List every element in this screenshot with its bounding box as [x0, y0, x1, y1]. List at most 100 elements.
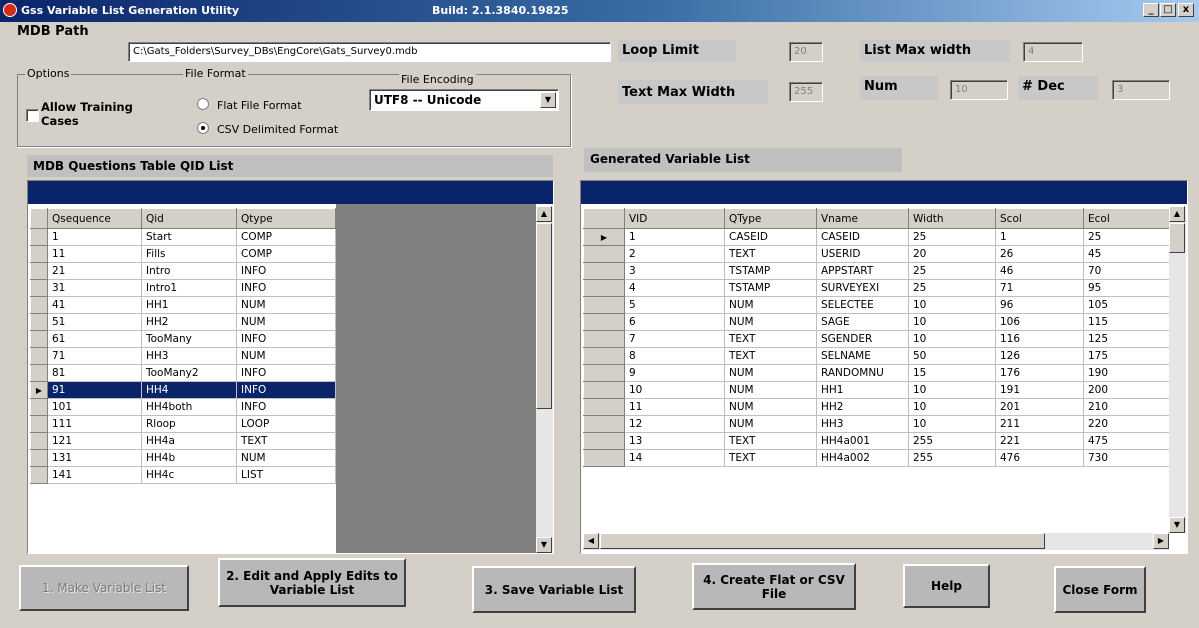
table-cell[interactable]: 5 — [624, 296, 725, 314]
table-cell[interactable]: 7 — [624, 330, 725, 348]
table-cell[interactable]: 221 — [995, 432, 1084, 450]
table-row[interactable]: 61 TooMany INFO — [30, 330, 336, 348]
table-row[interactable]: ▶ 91 HH4 INFO — [30, 381, 336, 399]
table-cell[interactable]: 476 — [995, 449, 1084, 467]
table-cell[interactable]: HH2 — [141, 313, 237, 331]
row-selector[interactable] — [583, 279, 625, 297]
table-cell[interactable]: NUM — [724, 313, 817, 331]
scroll-left-icon[interactable]: ◀ — [583, 533, 599, 549]
table-cell[interactable]: 10 — [908, 313, 996, 331]
row-selector[interactable] — [30, 398, 48, 416]
chevron-down-icon[interactable]: ▼ — [540, 92, 556, 108]
variable-col-header[interactable]: Scol — [995, 208, 1084, 229]
table-row[interactable]: ▶ 1 CASEID CASEID 25 1 25 — [583, 228, 1170, 246]
table-row[interactable]: 10 NUM HH1 10 191 200 — [583, 381, 1170, 399]
table-cell[interactable]: INFO — [236, 279, 336, 297]
csv-format-radio[interactable] — [197, 122, 209, 134]
row-selector[interactable] — [583, 449, 625, 467]
table-cell[interactable]: 25 — [1083, 228, 1170, 246]
table-row[interactable]: 9 NUM RANDOMNU 15 176 190 — [583, 364, 1170, 382]
table-cell[interactable]: 200 — [1083, 381, 1170, 399]
table-cell[interactable]: Intro1 — [141, 279, 237, 297]
row-selector[interactable] — [30, 279, 48, 297]
table-cell[interactable]: 10 — [908, 330, 996, 348]
table-cell[interactable]: HH1 — [816, 381, 909, 399]
table-cell[interactable]: Intro — [141, 262, 237, 280]
table-cell[interactable]: 141 — [47, 466, 142, 484]
table-cell[interactable]: SELNAME — [816, 347, 909, 365]
table-cell[interactable]: 41 — [47, 296, 142, 314]
scroll-thumb[interactable] — [536, 223, 552, 409]
table-cell[interactable]: 475 — [1083, 432, 1170, 450]
table-row[interactable]: 131 HH4b NUM — [30, 449, 336, 467]
scroll-thumb[interactable] — [600, 533, 1045, 549]
table-cell[interactable]: 50 — [908, 347, 996, 365]
table-cell[interactable]: 115 — [1083, 313, 1170, 331]
table-cell[interactable]: RANDOMNU — [816, 364, 909, 382]
table-row[interactable]: 13 TEXT HH4a001 255 221 475 — [583, 432, 1170, 450]
row-selector[interactable] — [30, 296, 48, 314]
row-selector[interactable] — [583, 415, 625, 433]
row-selector[interactable] — [583, 398, 625, 416]
variable-grid[interactable]: VID QType Vname Width Scol Ecol ▶ 1 CASEID… — [580, 180, 1188, 554]
table-row[interactable]: 12 NUM HH3 10 211 220 — [583, 415, 1170, 433]
edit-variable-list-button[interactable]: 2. Edit and Apply Edits to Variable List — [218, 558, 406, 607]
table-cell[interactable]: 51 — [47, 313, 142, 331]
mdb-path-field[interactable]: C:\Gats_Folders\Survey_DBs\EngCore\Gats_… — [128, 42, 611, 62]
table-cell[interactable]: TEXT — [236, 432, 336, 450]
table-cell[interactable]: NUM — [724, 398, 817, 416]
table-cell[interactable]: HH4b — [141, 449, 237, 467]
table-cell[interactable]: 126 — [995, 347, 1084, 365]
table-cell[interactable]: 31 — [47, 279, 142, 297]
table-cell[interactable]: 15 — [908, 364, 996, 382]
table-cell[interactable]: 10 — [908, 415, 996, 433]
row-selector[interactable] — [583, 364, 625, 382]
row-selector[interactable] — [583, 262, 625, 280]
table-cell[interactable]: 46 — [995, 262, 1084, 280]
table-cell[interactable]: 1 — [47, 228, 142, 246]
scroll-down-icon[interactable]: ▼ — [1169, 517, 1185, 533]
table-cell[interactable]: 190 — [1083, 364, 1170, 382]
table-cell[interactable]: 176 — [995, 364, 1084, 382]
row-selector[interactable] — [30, 245, 48, 263]
scroll-thumb[interactable] — [1169, 223, 1185, 253]
table-cell[interactable]: 95 — [1083, 279, 1170, 297]
table-row[interactable]: 141 HH4c LIST — [30, 466, 336, 484]
table-cell[interactable]: TEXT — [724, 245, 817, 263]
table-cell[interactable]: 25 — [908, 262, 996, 280]
row-selector[interactable] — [583, 313, 625, 331]
list-max-width-field[interactable]: 4 — [1023, 42, 1083, 62]
row-selector[interactable] — [30, 347, 48, 365]
qid-col-header[interactable]: Qid — [141, 208, 237, 229]
close-form-button[interactable]: Close Form — [1054, 566, 1146, 613]
qid-grid[interactable]: Qsequence Qid Qtype 1 Start COMP 11 Fills COM… — [27, 180, 554, 554]
table-cell[interactable]: 1 — [624, 228, 725, 246]
row-selector[interactable] — [583, 347, 625, 365]
table-cell[interactable]: TooMany — [141, 330, 237, 348]
row-selector[interactable] — [583, 381, 625, 399]
row-selector[interactable] — [30, 449, 48, 467]
table-row[interactable]: 71 HH3 NUM — [30, 347, 336, 365]
table-cell[interactable]: SELECTEE — [816, 296, 909, 314]
table-cell[interactable]: 730 — [1083, 449, 1170, 467]
table-row[interactable]: 4 TSTAMP SURVEYEXI 25 71 95 — [583, 279, 1170, 297]
scroll-down-icon[interactable]: ▼ — [536, 537, 552, 553]
table-row[interactable]: 121 HH4a TEXT — [30, 432, 336, 450]
table-cell[interactable]: INFO — [236, 398, 336, 416]
table-row[interactable]: 41 HH1 NUM — [30, 296, 336, 314]
table-row[interactable]: 101 HH4both INFO — [30, 398, 336, 416]
table-cell[interactable]: 12 — [624, 415, 725, 433]
table-cell[interactable]: NUM — [236, 347, 336, 365]
table-cell[interactable]: 220 — [1083, 415, 1170, 433]
variable-col-header[interactable]: Ecol — [1083, 208, 1170, 229]
text-max-width-field[interactable]: 255 — [789, 82, 823, 102]
row-selector[interactable]: ▶ — [30, 381, 48, 399]
row-selector[interactable] — [583, 245, 625, 263]
table-cell[interactable]: 13 — [624, 432, 725, 450]
table-cell[interactable]: 106 — [995, 313, 1084, 331]
table-cell[interactable]: HH4 — [141, 381, 237, 399]
table-cell[interactable]: COMP — [236, 245, 336, 263]
table-cell[interactable]: CASEID — [724, 228, 817, 246]
table-row[interactable]: 14 TEXT HH4a002 255 476 730 — [583, 449, 1170, 467]
table-cell[interactable]: 255 — [908, 449, 996, 467]
